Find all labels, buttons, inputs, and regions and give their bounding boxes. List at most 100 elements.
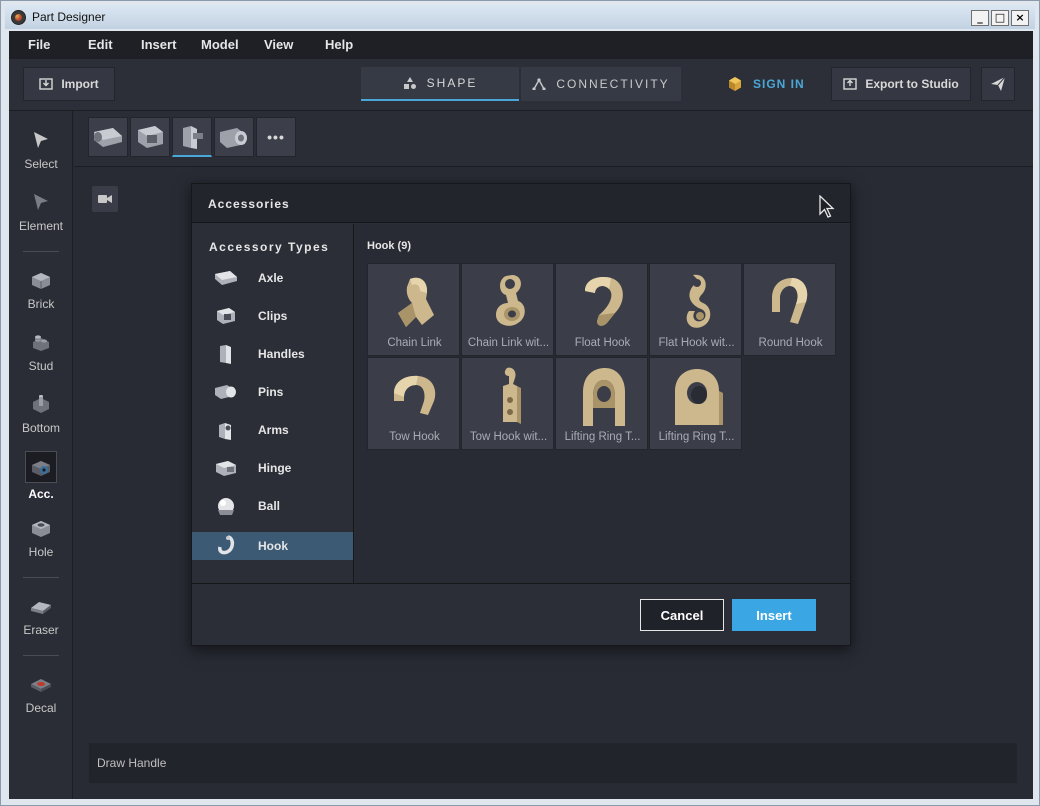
- tab-shape[interactable]: SHAPE: [361, 67, 519, 101]
- tow-hook-icon: [368, 362, 461, 430]
- clips-icon: [214, 305, 238, 327]
- chain-link-icon: [368, 268, 461, 336]
- hook-card-round-hook[interactable]: Round Hook: [743, 263, 836, 356]
- pins-icon: [214, 381, 238, 403]
- menu-file[interactable]: File: [28, 37, 50, 52]
- tool-accessory[interactable]: Acc.: [9, 451, 73, 501]
- tool-element[interactable]: Element: [9, 189, 73, 233]
- accessory-types-panel: Accessory Types Axle Clips Handles Pins: [192, 224, 354, 583]
- eraser-icon: [28, 593, 54, 619]
- tool-eraser-label: Eraser: [23, 623, 59, 637]
- tab-connectivity[interactable]: CONNECTIVITY: [521, 67, 681, 101]
- subbar-handles-button[interactable]: [172, 117, 212, 157]
- type-item-hinge[interactable]: Hinge: [192, 454, 353, 482]
- menu-view[interactable]: View: [264, 37, 293, 52]
- float-hook-icon: [556, 268, 649, 336]
- hook-card-label: Round Hook: [758, 337, 823, 349]
- menu-insert[interactable]: Insert: [141, 37, 176, 52]
- tool-brick[interactable]: Brick: [9, 267, 73, 311]
- hook-card-label: Flat Hook wit...: [658, 337, 735, 349]
- hook-card-tow-hook[interactable]: Tow Hook: [367, 357, 460, 450]
- tool-stud[interactable]: Stud: [9, 329, 73, 373]
- type-item-arms[interactable]: Arms: [192, 416, 353, 444]
- import-icon: [39, 78, 54, 90]
- subbar-pins-button[interactable]: [214, 117, 254, 157]
- type-item-handles[interactable]: Handles: [192, 340, 353, 368]
- rail-divider: [23, 655, 59, 656]
- decal-icon: [28, 671, 54, 697]
- import-label: Import: [61, 77, 99, 91]
- export-icon: [843, 78, 858, 90]
- hook-icon: [214, 535, 238, 557]
- type-item-pins[interactable]: Pins: [192, 378, 353, 406]
- connectivity-icon: [532, 78, 546, 90]
- hook-card-label: Float Hook: [574, 337, 631, 349]
- type-item-ball-label: Ball: [258, 499, 281, 513]
- lifting-ring-thick-icon: [650, 362, 743, 430]
- type-item-clips-label: Clips: [258, 309, 288, 323]
- type-item-arms-label: Arms: [258, 423, 289, 437]
- type-item-clips[interactable]: Clips: [192, 302, 353, 330]
- minimize-button[interactable]: _: [971, 10, 989, 26]
- clips-icon: [138, 126, 163, 148]
- hook-card-label: Chain Link wit...: [467, 337, 550, 349]
- tool-select[interactable]: Select: [9, 127, 73, 171]
- type-item-hinge-label: Hinge: [258, 461, 292, 475]
- hook-card-flat-hook-with[interactable]: Flat Hook wit...: [649, 263, 742, 356]
- close-button[interactable]: ×: [1011, 10, 1029, 26]
- hook-card-lifting-ring-thin[interactable]: Lifting Ring T...: [555, 357, 648, 450]
- chain-link-with-hole-icon: [462, 268, 555, 336]
- accessory-icon: [25, 451, 57, 483]
- hook-card-chain-link[interactable]: Chain Link: [367, 263, 460, 356]
- menu-model[interactable]: Model: [201, 37, 239, 52]
- subbar-axle-button[interactable]: [88, 117, 128, 157]
- status-text: Draw Handle: [97, 756, 167, 770]
- tool-hole[interactable]: Hole: [9, 515, 73, 559]
- camera-button[interactable]: [92, 186, 118, 212]
- type-item-axle-label: Axle: [258, 271, 284, 285]
- insert-button[interactable]: Insert: [732, 599, 816, 631]
- tool-eraser[interactable]: Eraser: [9, 593, 73, 637]
- subbar-clips-button[interactable]: [130, 117, 170, 157]
- tool-decal[interactable]: Decal: [9, 671, 73, 715]
- import-button[interactable]: Import: [23, 67, 115, 101]
- mouse-pointer-icon: [819, 195, 835, 218]
- app-window: Part Designer _ □ × File Edit Insert Mod…: [0, 0, 1040, 806]
- element-cursor-icon: [28, 189, 54, 215]
- stud-icon: [28, 329, 54, 355]
- handles-icon: [183, 125, 203, 149]
- maximize-button[interactable]: □: [991, 10, 1009, 26]
- subbar-more-button[interactable]: •••: [256, 117, 296, 157]
- sign-in-button[interactable]: SIGN IN: [727, 67, 805, 101]
- type-item-hook[interactable]: Hook: [192, 532, 353, 560]
- cancel-button[interactable]: Cancel: [640, 599, 724, 631]
- export-to-studio-button[interactable]: Export to Studio: [831, 67, 971, 101]
- menu-bar: File Edit Insert Model View Help: [9, 31, 1033, 59]
- type-item-ball[interactable]: Ball: [192, 492, 353, 520]
- hook-card-tow-hook-with[interactable]: Tow Hook wit...: [461, 357, 554, 450]
- hook-card-lifting-ring-thick[interactable]: Lifting Ring T...: [649, 357, 742, 450]
- dialog-footer: Cancel Insert: [192, 583, 850, 645]
- title-bar[interactable]: Part Designer _ □ ×: [5, 5, 1035, 29]
- flat-hook-icon: [650, 268, 743, 336]
- menu-help[interactable]: Help: [325, 37, 353, 52]
- type-item-axle[interactable]: Axle: [192, 264, 353, 292]
- more-icon: •••: [267, 129, 285, 145]
- hook-card-float-hook[interactable]: Float Hook: [555, 263, 648, 356]
- pins-icon: [220, 128, 247, 148]
- camera-icon: [98, 195, 112, 203]
- ball-icon: [214, 495, 238, 517]
- sign-in-label: SIGN IN: [753, 77, 805, 91]
- tab-connectivity-label: CONNECTIVITY: [556, 77, 670, 91]
- axle-icon: [94, 128, 122, 147]
- hook-card-label: Tow Hook: [389, 431, 440, 443]
- rail-divider: [23, 251, 59, 252]
- type-item-handles-label: Handles: [258, 347, 305, 361]
- hook-card-chain-link-with[interactable]: Chain Link wit...: [461, 263, 554, 356]
- tool-bottom[interactable]: Bottom: [9, 391, 73, 435]
- menu-edit[interactable]: Edit: [88, 37, 113, 52]
- dialog-header[interactable]: Accessories: [192, 184, 850, 223]
- share-button[interactable]: [981, 67, 1015, 101]
- accessory-subbar: •••: [74, 111, 1033, 167]
- brick-icon: [28, 267, 54, 293]
